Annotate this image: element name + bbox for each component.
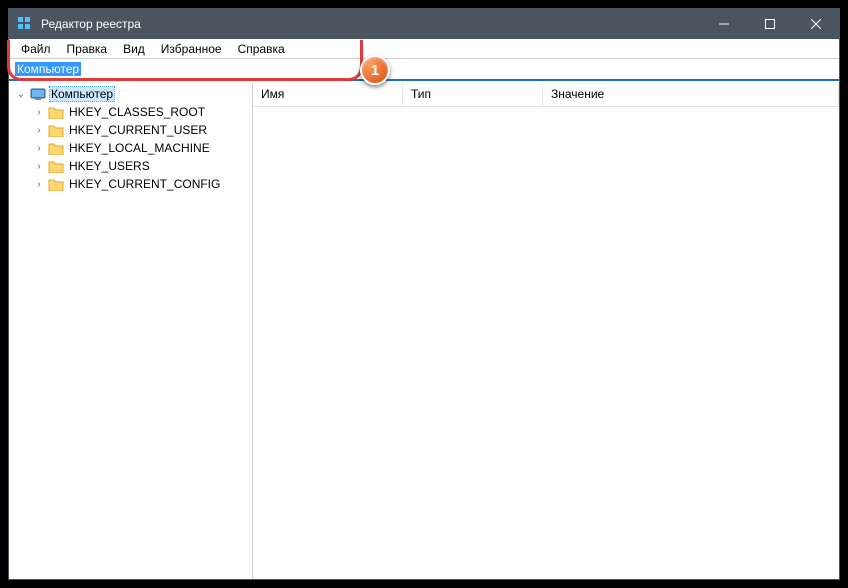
app-icon <box>17 16 33 32</box>
expander-icon[interactable]: › <box>33 143 45 154</box>
menu-edit[interactable]: Правка <box>59 40 116 58</box>
folder-icon <box>48 159 64 173</box>
annotation-callout-1: 1 <box>360 55 390 85</box>
menu-view[interactable]: Вид <box>115 40 153 58</box>
tree-root-computer[interactable]: ⌄ Компьютер <box>9 85 252 103</box>
tree-key-classes-root[interactable]: › HKEY_CLASSES_ROOT <box>27 103 252 121</box>
tree-label: HKEY_CURRENT_USER <box>67 123 209 137</box>
maximize-button[interactable] <box>747 9 793 39</box>
list-header: Имя Тип Значение <box>253 83 839 107</box>
tree-label: Компьютер <box>49 86 115 102</box>
tree-key-current-config[interactable]: › HKEY_CURRENT_CONFIG <box>27 175 252 193</box>
tree-label: HKEY_USERS <box>67 159 152 173</box>
folder-icon <box>48 177 64 191</box>
minimize-button[interactable] <box>701 9 747 39</box>
tree-pane[interactable]: ⌄ Компьютер › HKEY_CLASSES_ROOT › <box>9 83 253 579</box>
titlebar[interactable]: Редактор реестра <box>9 9 839 39</box>
menu-favorites[interactable]: Избранное <box>153 40 230 58</box>
tree-label: HKEY_CURRENT_CONFIG <box>67 177 222 191</box>
menu-help[interactable]: Справка <box>230 40 293 58</box>
tree-key-users[interactable]: › HKEY_USERS <box>27 157 252 175</box>
folder-icon <box>48 123 64 137</box>
menu-file[interactable]: Файл <box>13 40 59 58</box>
window-title: Редактор реестра <box>41 17 141 31</box>
tree-label: HKEY_LOCAL_MACHINE <box>67 141 212 155</box>
folder-icon <box>48 105 64 119</box>
close-button[interactable] <box>793 9 839 39</box>
tree-label: HKEY_CLASSES_ROOT <box>67 105 207 119</box>
column-header-name[interactable]: Имя <box>253 83 403 106</box>
expander-icon[interactable]: ⌄ <box>15 89 27 100</box>
column-header-value[interactable]: Значение <box>543 83 839 106</box>
menubar: Файл Правка Вид Избранное Справка <box>9 39 839 59</box>
address-bar[interactable]: Компьютер <box>9 59 839 81</box>
list-pane[interactable]: Имя Тип Значение <box>253 83 839 579</box>
column-header-type[interactable]: Тип <box>403 83 543 106</box>
registry-editor-window: Редактор реестра Файл Правка Вид Избранн… <box>8 8 840 580</box>
tree-key-current-user[interactable]: › HKEY_CURRENT_USER <box>27 121 252 139</box>
expander-icon[interactable]: › <box>33 161 45 172</box>
folder-icon <box>48 141 64 155</box>
address-path: Компьютер <box>15 62 81 76</box>
expander-icon[interactable]: › <box>33 125 45 136</box>
expander-icon[interactable]: › <box>33 179 45 190</box>
expander-icon[interactable]: › <box>33 107 45 118</box>
tree-key-local-machine[interactable]: › HKEY_LOCAL_MACHINE <box>27 139 252 157</box>
computer-icon <box>30 87 46 101</box>
